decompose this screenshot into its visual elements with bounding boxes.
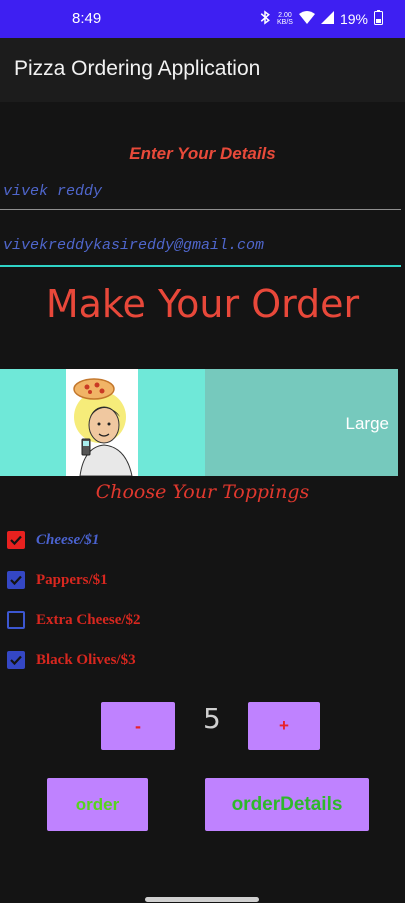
toppings-heading: Choose Your Toppings <box>95 481 310 503</box>
checkbox-checked-icon[interactable] <box>7 571 25 589</box>
email-field[interactable]: vivekreddykasireddy@gmail.com <box>0 236 401 267</box>
topping-extra-cheese[interactable]: Extra Cheese/$2 <box>7 609 141 631</box>
order-button[interactable]: order <box>47 778 148 831</box>
checkbox-checked-icon[interactable] <box>7 651 25 669</box>
size-label: Large <box>345 414 389 433</box>
battery-icon <box>374 10 383 28</box>
checkbox-unchecked-icon[interactable] <box>7 611 25 629</box>
network-speed: 2.00 KB/S <box>277 12 293 26</box>
order-heading: Make Your Order <box>45 282 360 326</box>
signal-icon <box>320 11 334 27</box>
increase-quantity-button[interactable]: + <box>248 702 320 750</box>
checkbox-checked-icon[interactable] <box>7 531 25 549</box>
decrease-quantity-button[interactable]: - <box>101 702 175 750</box>
wifi-icon <box>298 11 315 27</box>
net-speed-unit: KB/S <box>277 19 293 26</box>
name-field[interactable]: vivek reddy <box>0 182 401 210</box>
bluetooth-icon <box>259 10 271 28</box>
net-speed-value: 2.00 <box>278 12 292 19</box>
pizza-image <box>66 369 138 477</box>
topping-pappers[interactable]: Pappers/$1 <box>7 569 108 591</box>
details-heading: Enter Your Details <box>129 144 276 163</box>
topping-label: Cheese/$1 <box>36 531 100 548</box>
topping-label: Black Olives/$3 <box>36 651 136 668</box>
status-icons: 2.00 KB/S 19% <box>259 10 383 28</box>
topping-black-olives[interactable]: Black Olives/$3 <box>7 649 136 671</box>
topping-cheese[interactable]: Cheese/$1 <box>7 529 99 551</box>
battery-percent: 19% <box>339 11 368 27</box>
topping-label: Extra Cheese/$2 <box>36 611 141 628</box>
app-title: Pizza Ordering Application <box>14 57 261 80</box>
topping-label: Pappers/$1 <box>36 571 108 588</box>
quantity-value: 5 <box>203 702 221 735</box>
status-time: 8:49 <box>72 10 102 27</box>
gesture-nav-bar[interactable] <box>145 897 259 902</box>
order-details-button[interactable]: orderDetails <box>205 778 369 831</box>
